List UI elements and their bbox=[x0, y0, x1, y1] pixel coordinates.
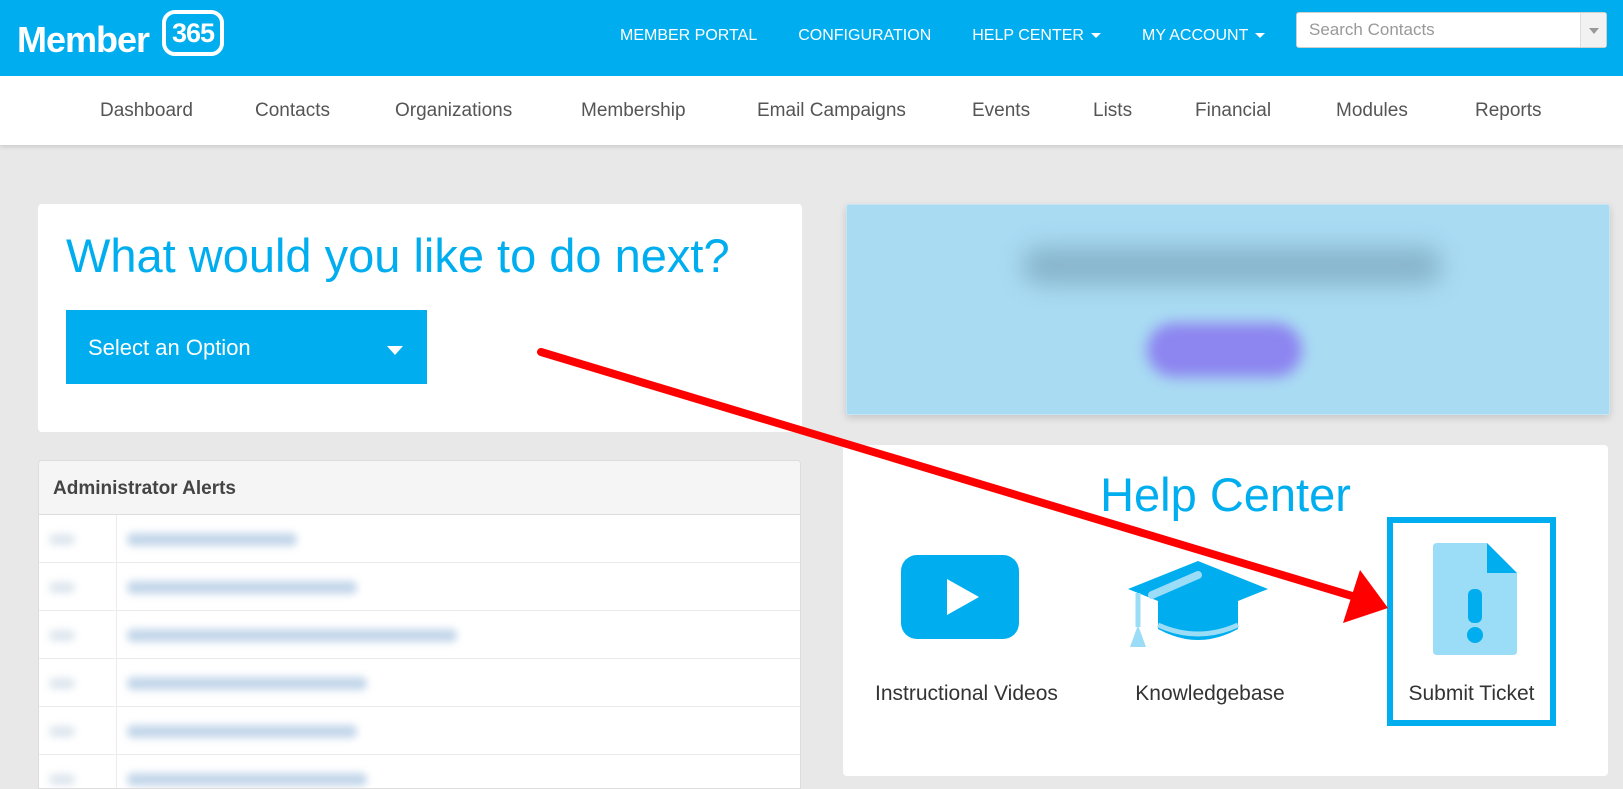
search-input[interactable] bbox=[1297, 13, 1582, 47]
nav-email-campaigns[interactable]: Email Campaigns bbox=[757, 100, 906, 122]
nav-organizations[interactable]: Organizations bbox=[395, 100, 512, 122]
topnav-help-center-label: HELP CENTER bbox=[972, 27, 1084, 44]
blurred-text bbox=[49, 774, 75, 785]
knowledgebase-label: Knowledgebase bbox=[1135, 682, 1285, 705]
blurred-text bbox=[49, 582, 75, 593]
search-dropdown-button[interactable] bbox=[1580, 13, 1606, 47]
chevron-down-icon bbox=[387, 346, 403, 355]
blurred-text bbox=[49, 630, 75, 641]
alert-cell bbox=[39, 707, 117, 755]
main-nav: Dashboard Contacts Organizations Members… bbox=[0, 76, 1623, 145]
top-bar: Member 365 MEMBER PORTAL CONFIGURATION H… bbox=[0, 0, 1623, 76]
topnav-member-portal[interactable]: MEMBER PORTAL bbox=[620, 27, 757, 45]
logo-badge: 365 bbox=[162, 10, 224, 56]
nav-dashboard[interactable]: Dashboard bbox=[100, 100, 193, 122]
alert-row[interactable] bbox=[39, 563, 800, 611]
instructional-videos-label: Instructional Videos bbox=[875, 682, 1058, 705]
blurred-text bbox=[127, 725, 357, 738]
graduation-cap-icon bbox=[1128, 561, 1268, 647]
nav-financial[interactable]: Financial bbox=[1195, 100, 1271, 122]
nav-events[interactable]: Events bbox=[972, 100, 1030, 122]
alert-cell bbox=[39, 659, 117, 707]
topnav-my-account[interactable]: MY ACCOUNT bbox=[1141, 27, 1266, 45]
alert-cell bbox=[39, 563, 117, 611]
submit-ticket-label: Submit Ticket bbox=[1408, 682, 1535, 705]
alert-row[interactable] bbox=[39, 707, 800, 755]
blurred-button bbox=[1147, 323, 1302, 377]
alert-row[interactable] bbox=[39, 659, 800, 707]
alert-cell bbox=[39, 515, 117, 563]
topnav-help-center[interactable]: HELP CENTER bbox=[972, 27, 1101, 45]
blurred-text bbox=[127, 773, 367, 786]
blurred-text bbox=[1022, 247, 1442, 285]
blurred-text bbox=[127, 629, 457, 642]
knowledgebase-link[interactable]: Knowledgebase bbox=[1125, 445, 1295, 776]
logo-word: Member bbox=[17, 19, 150, 60]
alert-row[interactable] bbox=[39, 755, 800, 788]
ticket-document-icon bbox=[1433, 543, 1517, 655]
alert-row[interactable] bbox=[39, 515, 800, 563]
nav-reports[interactable]: Reports bbox=[1475, 100, 1542, 122]
nav-membership[interactable]: Membership bbox=[581, 100, 686, 122]
nav-lists[interactable]: Lists bbox=[1093, 100, 1132, 122]
alert-row[interactable] bbox=[39, 611, 800, 659]
instructional-videos-link[interactable]: Instructional Videos bbox=[875, 445, 1058, 776]
help-center-card: Help Center Instructional Videos Knowled… bbox=[843, 445, 1608, 776]
next-action-card: What would you like to do next? Select a… bbox=[38, 204, 802, 432]
alert-cell bbox=[39, 611, 117, 659]
topnav-configuration[interactable]: CONFIGURATION bbox=[798, 27, 931, 45]
select-option-dropdown[interactable]: Select an Option bbox=[66, 310, 427, 384]
alert-cell bbox=[39, 755, 117, 788]
chevron-down-icon bbox=[1255, 33, 1266, 39]
nav-modules[interactable]: Modules bbox=[1336, 100, 1408, 122]
topnav-my-account-label: MY ACCOUNT bbox=[1141, 27, 1249, 44]
search-contacts bbox=[1296, 12, 1607, 48]
administrator-alerts-panel: Administrator Alerts bbox=[38, 460, 801, 789]
nav-contacts[interactable]: Contacts bbox=[255, 100, 330, 122]
promo-banner[interactable] bbox=[846, 204, 1610, 415]
blurred-text bbox=[127, 581, 357, 594]
chevron-down-icon bbox=[1090, 33, 1101, 39]
submit-ticket-link[interactable]: Submit Ticket bbox=[1387, 517, 1556, 726]
blurred-text bbox=[49, 726, 75, 737]
blurred-text bbox=[49, 534, 75, 545]
top-nav: MEMBER PORTAL CONFIGURATION HELP CENTER … bbox=[620, 27, 1306, 45]
alerts-heading: Administrator Alerts bbox=[39, 461, 800, 515]
play-video-icon bbox=[901, 555, 1019, 639]
chevron-down-icon bbox=[1589, 28, 1599, 34]
select-option-label: Select an Option bbox=[88, 335, 251, 360]
next-action-heading: What would you like to do next? bbox=[66, 229, 730, 282]
blurred-text bbox=[49, 678, 75, 689]
blurred-text bbox=[127, 677, 367, 690]
blurred-text bbox=[127, 533, 297, 546]
